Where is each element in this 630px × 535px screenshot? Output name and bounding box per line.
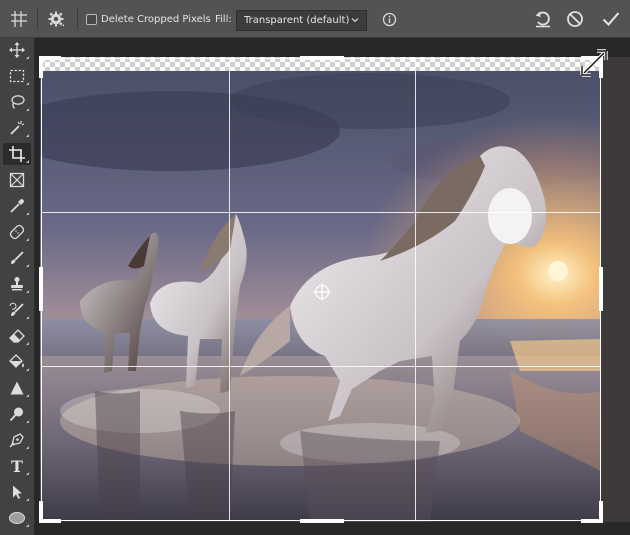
- crop-grid-icon[interactable]: [10, 0, 28, 38]
- type-tool-icon[interactable]: T: [3, 455, 31, 477]
- lasso-icon[interactable]: [3, 91, 31, 113]
- frame-tool-icon[interactable]: [3, 169, 31, 191]
- canvas-outside-area: [601, 57, 630, 522]
- eraser-icon[interactable]: [3, 325, 31, 347]
- crop-grid-line: [415, 58, 416, 521]
- history-brush-icon[interactable]: [3, 299, 31, 321]
- gear-icon[interactable]: [47, 0, 65, 38]
- options-bar: Delete Cropped Pixels Fill: Transparent …: [0, 0, 630, 38]
- crop-handle-left[interactable]: [39, 267, 43, 311]
- cancel-icon[interactable]: [566, 0, 584, 38]
- crop-handle-bottom-left[interactable]: [39, 501, 43, 523]
- fill-dropdown[interactable]: Transparent (default): [236, 10, 367, 31]
- commit-check-icon[interactable]: [601, 0, 621, 38]
- tools-panel: T: [0, 38, 35, 535]
- crop-handle-top-left[interactable]: [39, 56, 43, 78]
- info-icon[interactable]: [382, 0, 397, 38]
- pen-icon[interactable]: [3, 429, 31, 451]
- separator: [77, 8, 78, 30]
- delete-cropped-pixels-checkbox[interactable]: [86, 0, 97, 38]
- move-tool-icon[interactable]: [3, 39, 31, 61]
- checkbox-box[interactable]: [86, 13, 97, 25]
- crop-grid-line: [229, 58, 230, 521]
- crop-grid-line: [41, 366, 601, 367]
- magic-wand-icon[interactable]: [3, 117, 31, 139]
- reset-icon[interactable]: [533, 0, 553, 38]
- separator: [37, 8, 38, 30]
- type-tool-glyph: T: [11, 456, 23, 476]
- ellipse-tool-icon[interactable]: [3, 507, 31, 529]
- fill-dropdown-value: Transparent (default): [244, 15, 350, 26]
- sharpen-icon[interactable]: [3, 377, 31, 399]
- rectangular-marquee-icon[interactable]: [3, 65, 31, 87]
- crop-handle-top[interactable]: [300, 56, 344, 60]
- chevron-down-icon: [351, 18, 359, 23]
- crop-handle-right[interactable]: [599, 267, 603, 311]
- dodge-icon[interactable]: [3, 403, 31, 425]
- delete-cropped-pixels-label[interactable]: Delete Cropped Pixels: [101, 0, 211, 38]
- healing-brush-icon[interactable]: [3, 221, 31, 243]
- diagonal-resize-cursor-icon: [580, 49, 608, 77]
- crop-tool-icon[interactable]: [3, 143, 31, 165]
- crop-grid-line: [41, 212, 601, 213]
- eyedropper-icon[interactable]: [3, 195, 31, 217]
- clone-stamp-icon[interactable]: [3, 273, 31, 295]
- crop-handle-bottom[interactable]: [300, 519, 344, 523]
- fill-label: Fill:: [215, 13, 232, 25]
- paint-bucket-icon[interactable]: [3, 351, 31, 373]
- crop-center-target-icon: [313, 283, 331, 301]
- brush-icon[interactable]: [3, 247, 31, 269]
- path-selection-icon[interactable]: [3, 481, 31, 503]
- crop-handle-bottom-right[interactable]: [599, 501, 603, 523]
